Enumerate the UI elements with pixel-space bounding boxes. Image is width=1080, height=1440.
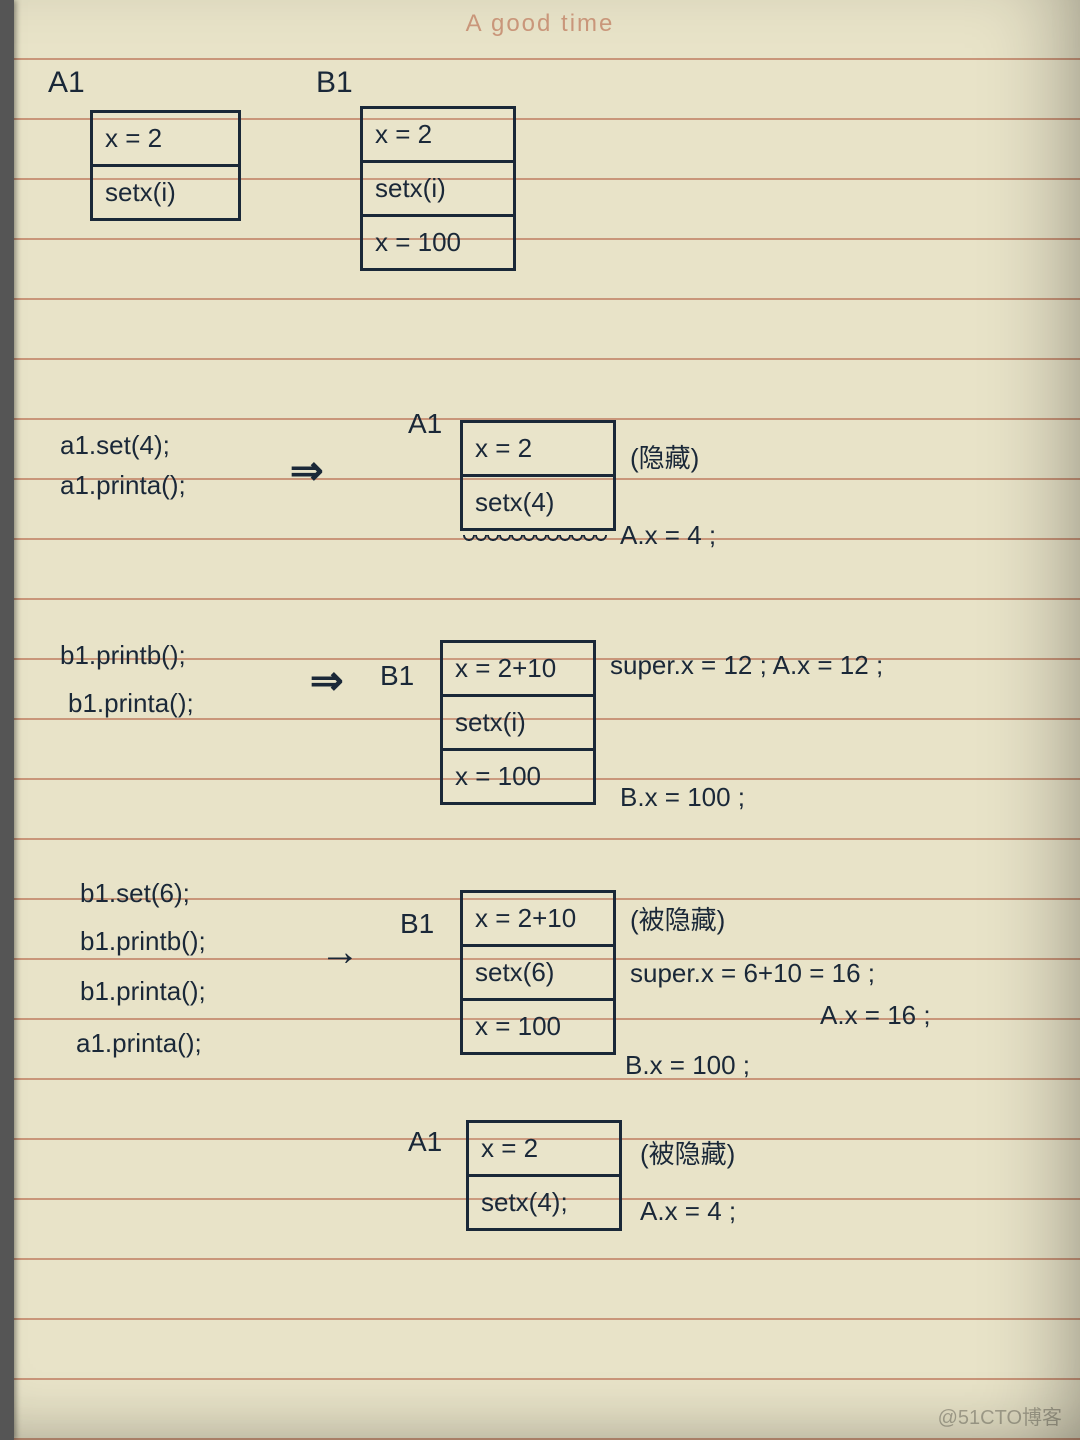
label-a1-step3: A1	[408, 1126, 442, 1158]
label-b1-step2: B1	[380, 660, 414, 692]
cell: x = 2+10	[463, 893, 613, 947]
arrow-icon: ⇒	[290, 448, 324, 494]
cell: setx(4)	[463, 477, 613, 528]
code-line: b1.set(6);	[80, 878, 190, 909]
cell: x = 2	[93, 113, 238, 167]
cell: x = 2	[363, 109, 513, 163]
annotation: B.x = 100 ;	[620, 782, 745, 813]
arrow-icon: →	[320, 930, 360, 975]
cell: x = 100	[463, 1001, 613, 1052]
cell: setx(i)	[363, 163, 513, 217]
annotation: super.x = 6+10 = 16 ;	[630, 958, 875, 989]
arrow-icon: ⇒	[310, 658, 344, 704]
cell: x = 100	[363, 217, 513, 268]
annotation: (隐藏)	[630, 438, 699, 475]
cell: setx(6)	[463, 947, 613, 1001]
cell: x = 2	[463, 423, 613, 477]
code-line: b1.printa();	[68, 688, 194, 719]
box-a1-def: x = 2 setx(i)	[90, 110, 241, 221]
cell: setx(i)	[443, 697, 593, 751]
annotation: B.x = 100 ;	[625, 1050, 750, 1081]
code-line: b1.printb();	[80, 926, 206, 957]
annotation: A.x = 4 ;	[620, 520, 716, 551]
cell: x = 100	[443, 751, 593, 802]
squiggle-underline	[463, 535, 607, 545]
cell: x = 2+10	[443, 643, 593, 697]
label-a1-step1: A1	[408, 408, 442, 440]
annotation: A.x = 16 ;	[820, 1000, 931, 1031]
label-b1: B1	[316, 66, 353, 100]
cell: x = 2	[469, 1123, 619, 1177]
annotation: (被隐藏)	[640, 1134, 735, 1171]
notebook-spine	[0, 0, 14, 1440]
code-line: b1.printb();	[60, 640, 186, 671]
code-line: b1.printa();	[80, 976, 206, 1007]
box-b1-def: x = 2 setx(i) x = 100	[360, 106, 516, 271]
code-line: a1.printa();	[76, 1028, 202, 1059]
box-b1-step3: x = 2+10 setx(6) x = 100	[460, 890, 616, 1055]
label-a1: A1	[48, 66, 85, 100]
cell: setx(i)	[93, 167, 238, 218]
cell: setx(4);	[469, 1177, 619, 1228]
box-a1-step1: x = 2 setx(4)	[460, 420, 616, 531]
code-line: a1.printa();	[60, 470, 186, 501]
code-line: a1.set(4);	[60, 430, 170, 461]
annotation: A.x = 4 ;	[640, 1196, 736, 1227]
watermark: @51CTO博客	[938, 1401, 1062, 1430]
annotation: super.x = 12 ; A.x = 12 ;	[610, 650, 883, 681]
annotation: (被隐藏)	[630, 900, 725, 937]
page-header: A good time	[0, 10, 1080, 38]
label-b1-step3: B1	[400, 908, 434, 940]
box-a1-step3: x = 2 setx(4);	[466, 1120, 622, 1231]
box-b1-step2: x = 2+10 setx(i) x = 100	[440, 640, 596, 805]
